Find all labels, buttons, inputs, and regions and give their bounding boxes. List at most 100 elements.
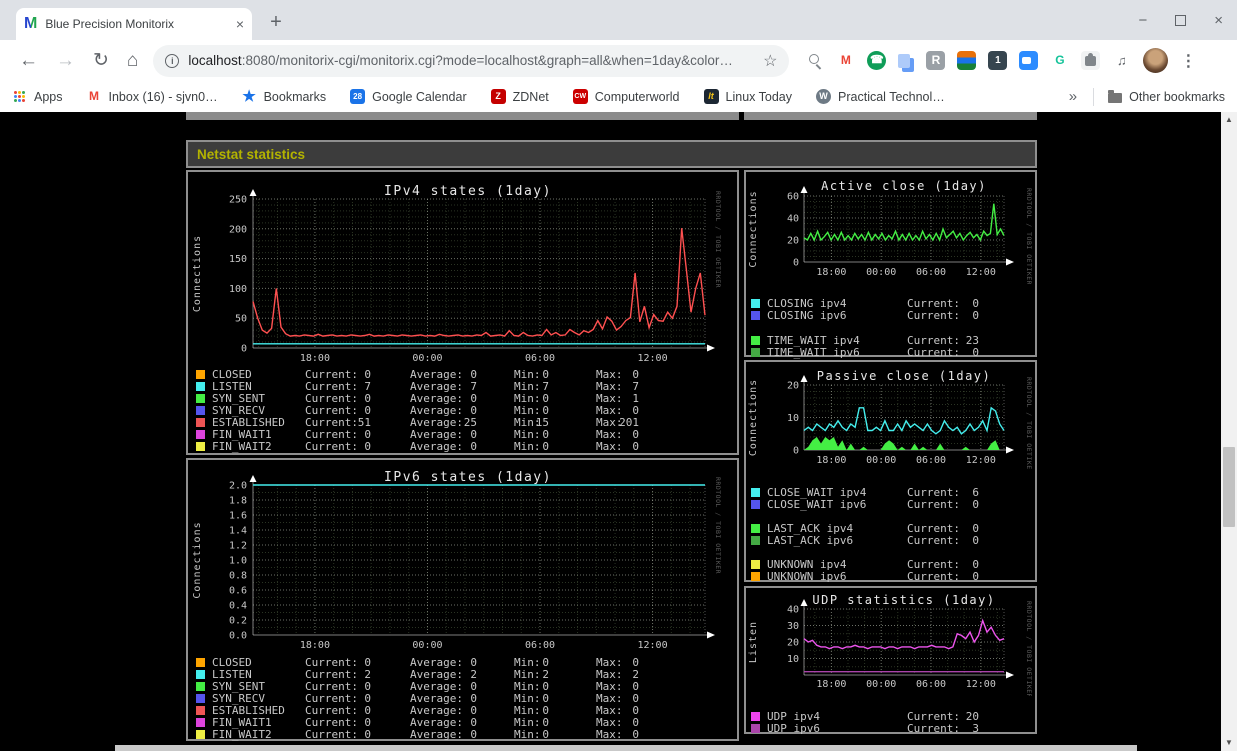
home-button[interactable]: ⌂ — [127, 51, 138, 70]
legend-row: CLOSING ipv6 Current: 0 — [746, 310, 1035, 322]
legend-color-swatch — [196, 670, 205, 679]
legend-row: FIN_WAIT2 Current: 0 Average: 0 Min: 0 Max: 0 — [188, 729, 737, 741]
gmail-icon: M — [86, 89, 102, 104]
url-path: :8080/monitorix-cgi/monitorix.cgi?mode=l… — [241, 53, 733, 68]
bookmark-item[interactable]: ★ Bookmarks — [242, 88, 326, 105]
other-bookmarks-button[interactable]: Other bookmarks — [1108, 90, 1225, 104]
legend-color-swatch — [751, 712, 760, 721]
legend-color-swatch — [196, 418, 205, 427]
search-extension-icon[interactable] — [805, 51, 825, 70]
passive-close-panel: Passive close (1day) 0 10 20 18:00 00:00 06:00… — [744, 360, 1037, 583]
legend-stat-value: 3 — [972, 722, 979, 735]
legend-stat-value: 0 — [972, 346, 979, 359]
next-section-stub — [115, 745, 1137, 751]
udp-statistics-legend: UDP ipv4 Current: 20 UDP ipv6 Current: 3 — [746, 588, 1035, 735]
bookmark-star-icon[interactable]: ☆ — [763, 51, 777, 71]
legend-row: UDP ipv6 Current: 3 — [746, 723, 1035, 735]
legend-row: TIME_WAIT ipv6 Current: 0 — [746, 347, 1035, 359]
browser-menu-icon[interactable]: ⋮ — [1180, 51, 1196, 71]
legend-color-swatch — [196, 370, 205, 379]
previous-section-stub-right — [744, 112, 1037, 120]
voice-extension-icon[interactable]: ☎ — [867, 51, 887, 70]
bookmark-item[interactable]: M Inbox (16) - sjvn0… — [86, 89, 218, 104]
bookmark-item[interactable]: lt Linux Today — [703, 89, 793, 104]
legend-stat-value: 0 — [972, 570, 979, 583]
reminders-extension-icon[interactable]: R — [926, 51, 946, 70]
profile-avatar[interactable] — [1143, 48, 1169, 73]
legend-color-swatch — [196, 430, 205, 439]
legend-color-swatch — [196, 706, 205, 715]
browser-tab[interactable]: M Blue Precision Monitorix × — [16, 8, 252, 40]
legend-stat-value: 0 — [632, 728, 639, 741]
bookmark-label: Practical Technol… — [838, 89, 945, 104]
ipv4-states-panel: IPv4 states (1day) 0 50 100 150 200 250 18:00 00… — [186, 170, 739, 455]
scroll-up-icon[interactable]: ▲ — [1221, 112, 1237, 128]
legend-color-swatch — [751, 348, 760, 357]
minimize-button[interactable]: − — [1138, 12, 1147, 29]
reload-button[interactable]: ↻ — [93, 51, 109, 70]
bookmark-item[interactable]: CW Computerworld — [572, 89, 680, 104]
close-button[interactable]: × — [1214, 12, 1223, 29]
bookmark-label: ZDNet — [512, 89, 549, 104]
legend-row: FIN_WAIT2 Current: 0 Average: 0 Min: 0 Max: 0 — [188, 441, 737, 453]
extensions-extension-icon[interactable] — [1081, 51, 1101, 70]
playlist-extension-icon[interactable]: ♫ — [1112, 51, 1132, 70]
bookmarks-bar-items: Apps M Inbox (16) - sjvn0… ★ Bookmarks 28 Goog… — [12, 89, 969, 104]
section-header: Netstat statistics — [186, 140, 1037, 168]
wordpress-icon: W — [816, 89, 832, 104]
forward-button[interactable]: → — [56, 51, 75, 70]
legend-color-swatch — [751, 560, 760, 569]
linuxtoday-icon: lt — [703, 89, 719, 104]
bookmark-label: Inbox (16) - sjvn0… — [108, 89, 218, 104]
legend-stat-value: 0 — [364, 728, 371, 741]
new-tab-button[interactable]: + — [262, 9, 290, 37]
back-button[interactable]: ← — [19, 51, 38, 70]
legend-label: LAST_ACK ipv6 — [767, 534, 854, 547]
bookmark-label: Google Calendar — [372, 89, 467, 104]
bookmark-item[interactable]: 28 Google Calendar — [350, 89, 467, 104]
legend-color-swatch — [751, 299, 760, 308]
maximize-button[interactable] — [1175, 14, 1187, 26]
site-info-icon[interactable]: i — [165, 53, 180, 68]
legend-color-swatch — [751, 488, 760, 497]
section-title: Netstat statistics — [197, 146, 306, 162]
browser-toolbar: ← → ↻ ⌂ i localhost:8080/monitorix-cgi/m… — [0, 40, 1237, 81]
window-controls: − × — [1138, 0, 1223, 40]
gmail-extension-icon[interactable]: M — [836, 51, 856, 70]
bookmark-item[interactable]: Z ZDNet — [490, 89, 549, 104]
monitorix-favicon-icon: M — [24, 15, 38, 32]
bookmark-label: Linux Today — [725, 89, 793, 104]
legend-stat-value: 0 — [542, 440, 549, 453]
legend-color-swatch — [196, 394, 205, 403]
star-icon: ★ — [242, 88, 256, 105]
scroll-down-icon[interactable]: ▼ — [1221, 735, 1237, 751]
meet-extension-icon[interactable] — [1019, 51, 1039, 70]
url-text: localhost:8080/monitorix-cgi/monitorix.c… — [188, 53, 755, 68]
tab-strip: M Blue Precision Monitorix × + − × — [0, 0, 1237, 40]
legend-row: UNKNOWN ipv6 Current: 0 — [746, 571, 1035, 583]
legend-stat-value: 0 — [542, 728, 549, 741]
legend-row: LAST_ACK ipv6 Current: 0 — [746, 535, 1035, 547]
bookmarks-overflow-icon[interactable]: » — [1069, 88, 1077, 105]
bookmark-item[interactable]: W Practical Technol… — [816, 89, 945, 104]
monitorix-page: Netstat statistics IPv4 states (1day) 0 50… — [0, 112, 1237, 751]
grammarly-extension-icon[interactable]: G — [1050, 51, 1070, 70]
bookmark-item[interactable]: Apps — [12, 89, 63, 104]
address-bar[interactable]: i localhost:8080/monitorix-cgi/monitorix… — [153, 44, 790, 77]
legend-label: CLOSING ipv6 — [767, 309, 847, 322]
books-extension-icon[interactable] — [957, 51, 977, 70]
legend-stat-value: 0 — [972, 534, 979, 547]
legend-color-swatch — [751, 536, 760, 545]
tab-close-icon[interactable]: × — [236, 16, 244, 32]
legend-stat-value: 0 — [632, 440, 639, 453]
bookmarks-divider — [1093, 87, 1095, 106]
copy-extension-icon[interactable] — [898, 53, 911, 68]
scrollbar-thumb[interactable] — [1223, 447, 1235, 527]
legend-color-swatch — [751, 524, 760, 533]
password-extension-icon[interactable]: 1 — [988, 51, 1008, 70]
legend-color-swatch — [196, 406, 205, 415]
active-close-panel: Active close (1day) 0 20 40 60 18:00 00:00 06:0… — [744, 170, 1037, 359]
scrollbar[interactable]: ▲ ▼ — [1221, 112, 1237, 751]
legend-color-swatch — [196, 442, 205, 451]
legend-stat-value: 0 — [364, 440, 371, 453]
